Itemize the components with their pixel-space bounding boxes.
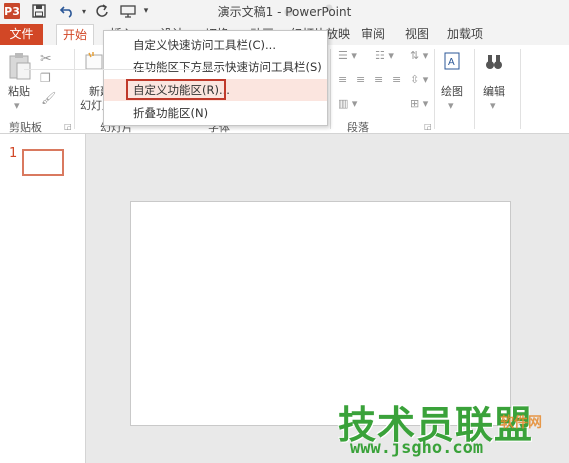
slide-thumbnail-pane bbox=[0, 134, 86, 463]
clipboard-launcher-icon[interactable]: ◲ bbox=[64, 122, 72, 131]
binoculars-icon[interactable] bbox=[483, 51, 505, 73]
copy-icon[interactable]: ❐ bbox=[40, 71, 51, 85]
editing-label[interactable]: 编辑 bbox=[483, 83, 505, 99]
align-left-icon[interactable]: ≡ bbox=[338, 73, 347, 86]
paste-dropdown-icon[interactable]: ▾ bbox=[14, 99, 20, 112]
bullets-icon[interactable]: ☰ ▾ bbox=[338, 49, 357, 62]
tab-addins[interactable]: 加载项 bbox=[447, 24, 483, 45]
drawing-label[interactable]: 绘图 bbox=[441, 83, 463, 99]
drawing-icon[interactable]: A bbox=[442, 51, 464, 73]
highlight-annotation-box bbox=[126, 79, 226, 100]
tab-review[interactable]: 审阅 bbox=[361, 24, 385, 45]
menu-separator bbox=[24, 69, 222, 70]
slide-canvas[interactable] bbox=[130, 201, 511, 426]
numbering-icon[interactable]: ☷ ▾ bbox=[375, 49, 394, 62]
group-divider bbox=[474, 49, 475, 129]
clipboard-group-label: 剪贴板 bbox=[9, 121, 42, 134]
align-text-icon[interactable]: ⇳ ▾ bbox=[410, 73, 428, 86]
paste-icon[interactable] bbox=[7, 51, 33, 81]
svg-text:A: A bbox=[448, 57, 455, 68]
slide-thumbnail[interactable] bbox=[22, 149, 64, 176]
menu-item-show-qat-below-ribbon[interactable]: 在功能区下方显示快速访问工具栏(S) bbox=[104, 56, 327, 78]
smartart-icon[interactable]: ⊞ ▾ bbox=[410, 97, 428, 110]
menu-item-customize-quick-access[interactable]: 自定义快速访问工具栏(C)... bbox=[104, 34, 327, 56]
paragraph-group-label: 段落 bbox=[347, 121, 369, 134]
text-direction-icon[interactable]: ⇅ ▾ bbox=[410, 49, 428, 62]
group-divider bbox=[330, 49, 331, 129]
group-divider bbox=[434, 49, 435, 129]
drawing-dropdown-icon[interactable]: ▾ bbox=[448, 99, 454, 112]
justify-icon[interactable]: ≡ bbox=[392, 73, 401, 86]
tab-home[interactable]: 开始 bbox=[56, 24, 94, 46]
ribbon-context-menu: 自定义快速访问工具栏(C)... 在功能区下方显示快速访问工具栏(S) 自定义功… bbox=[103, 30, 328, 126]
align-right-icon[interactable]: ≡ bbox=[374, 73, 383, 86]
paragraph-launcher-icon[interactable]: ◲ bbox=[424, 122, 432, 131]
watermark-side-text: 软件网 bbox=[500, 415, 542, 431]
tab-file[interactable]: 文件 bbox=[0, 24, 43, 45]
columns-icon[interactable]: ▥ ▾ bbox=[338, 97, 357, 110]
watermark-url: www.jsgho.com bbox=[350, 438, 484, 458]
paste-label[interactable]: 粘贴 bbox=[8, 83, 30, 99]
group-divider bbox=[520, 49, 521, 129]
group-divider bbox=[74, 49, 75, 129]
slide-number: 1 bbox=[9, 146, 18, 161]
menu-item-collapse-ribbon[interactable]: 折叠功能区(N) bbox=[104, 102, 327, 124]
align-center-icon[interactable]: ≡ bbox=[356, 73, 365, 86]
tab-view[interactable]: 视图 bbox=[405, 24, 429, 45]
cut-icon[interactable]: ✂ bbox=[40, 51, 52, 67]
editing-dropdown-icon[interactable]: ▾ bbox=[490, 99, 496, 112]
window-title: 演示文稿1 - PowerPoint bbox=[217, 5, 352, 19]
format-painter-icon[interactable]: 🖌 bbox=[41, 91, 56, 105]
